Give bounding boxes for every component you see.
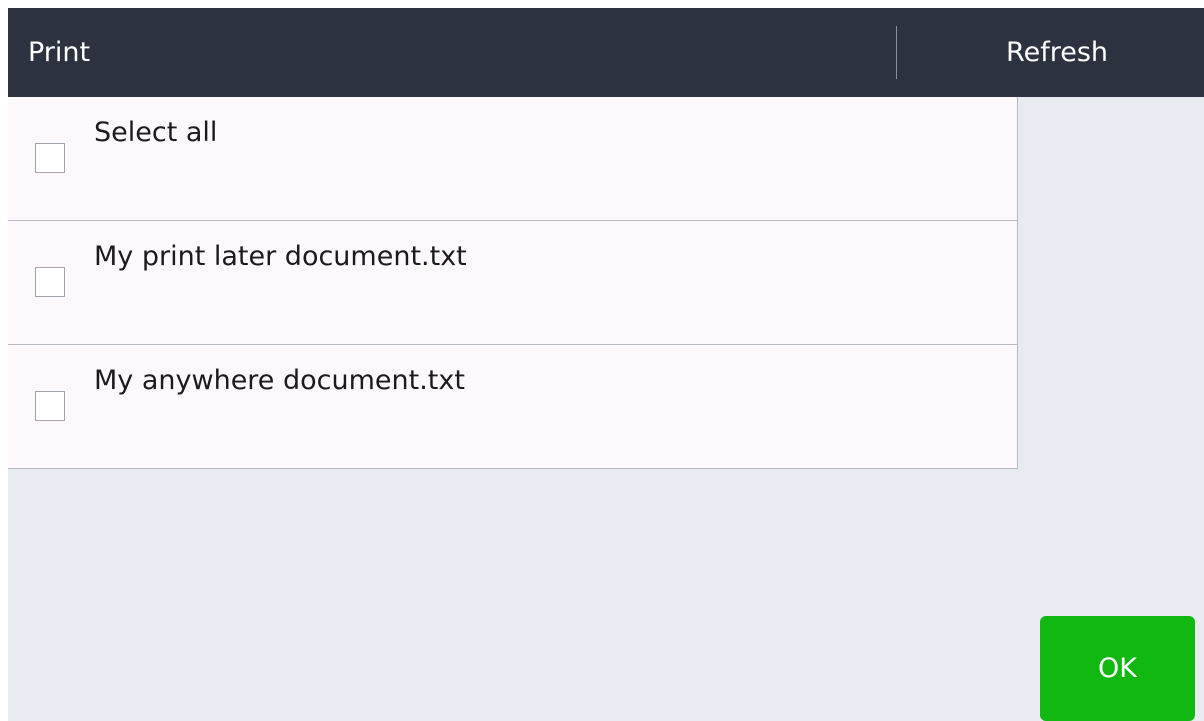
document-label: My print later document.txt	[94, 241, 467, 272]
document-list: Select all My print later document.txt M…	[8, 97, 1018, 469]
document-checkbox[interactable]	[35, 391, 65, 421]
list-item-select-all[interactable]: Select all	[8, 97, 1017, 221]
select-all-checkbox[interactable]	[35, 143, 65, 173]
select-all-label: Select all	[94, 117, 218, 148]
header-bar: Print Refresh	[8, 8, 1204, 97]
ok-button[interactable]: OK	[1040, 616, 1195, 721]
document-checkbox[interactable]	[35, 267, 65, 297]
page-title: Print	[28, 37, 91, 68]
list-item-document[interactable]: My print later document.txt	[8, 221, 1017, 345]
document-label: My anywhere document.txt	[94, 365, 465, 396]
print-screen: Print Refresh Select all My print later …	[8, 8, 1204, 721]
list-item-document[interactable]: My anywhere document.txt	[8, 345, 1017, 469]
refresh-button[interactable]: Refresh	[897, 8, 1204, 97]
refresh-label: Refresh	[1006, 37, 1108, 68]
